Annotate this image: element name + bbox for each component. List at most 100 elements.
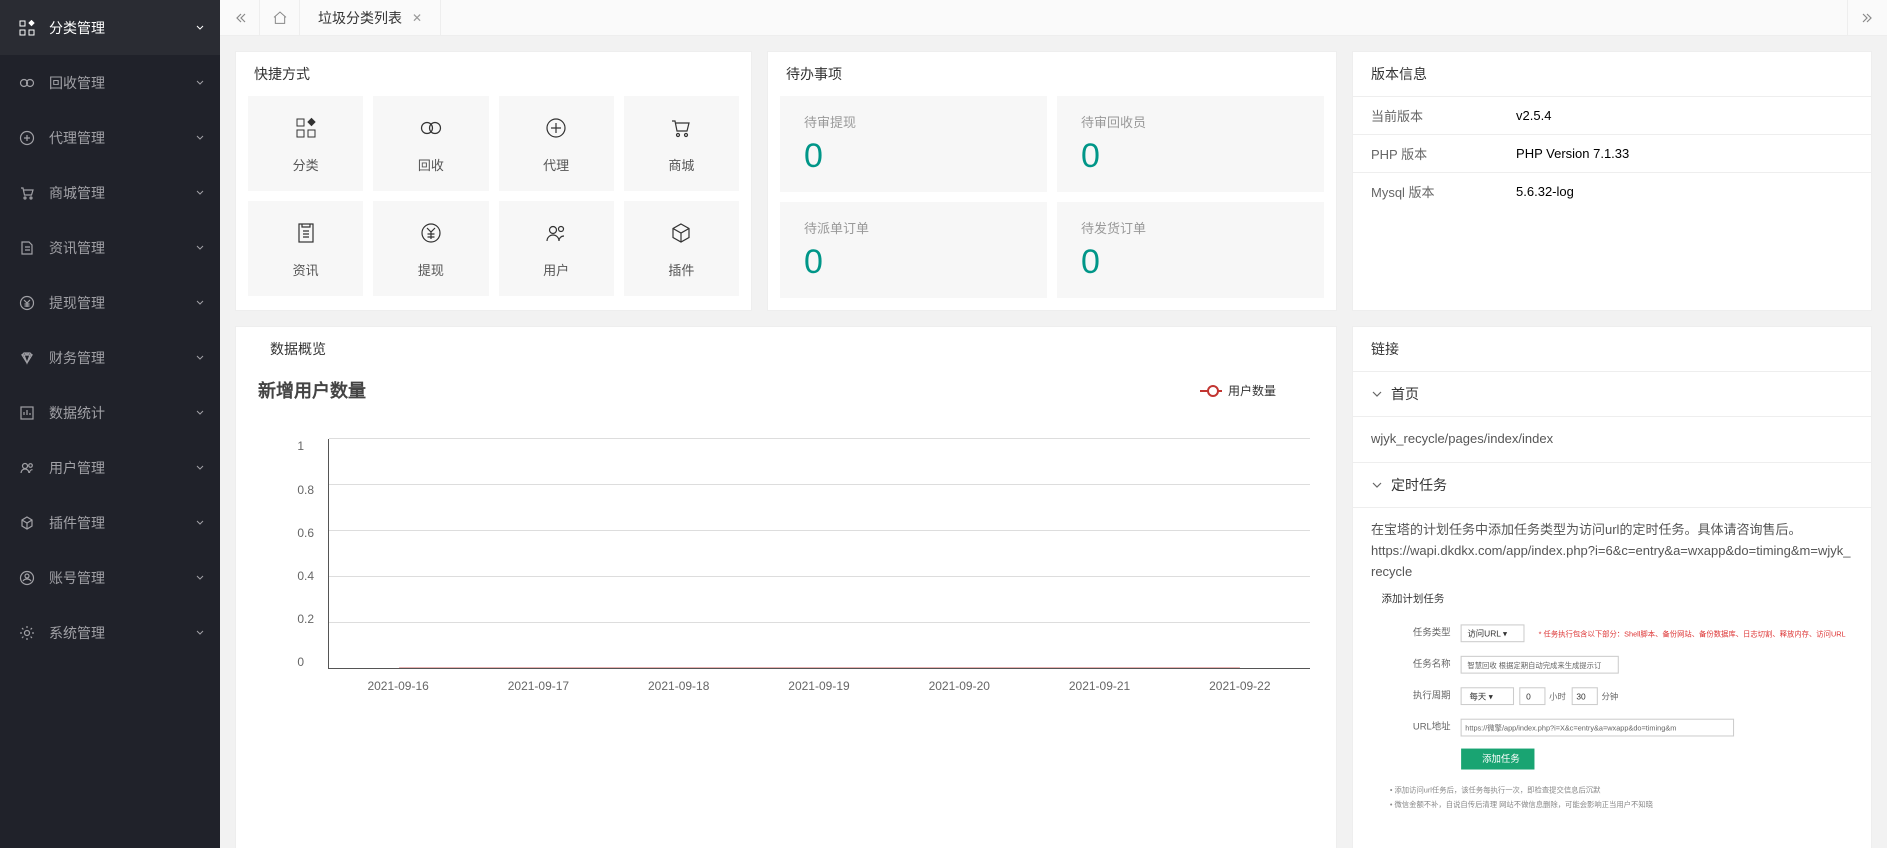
grid-icon [15, 16, 39, 40]
todo-value: 0 [1081, 243, 1300, 282]
quick-tile-label: 用户 [543, 260, 569, 279]
sidebar-item[interactable]: 系统管理 [0, 605, 220, 660]
home-tab[interactable] [260, 0, 300, 35]
users-icon [15, 456, 39, 480]
todo-label: 待发货订单 [1081, 218, 1300, 237]
svg-text:分钟: 分钟 [1602, 691, 1619, 701]
chevron-down-icon [1371, 388, 1383, 400]
page-content: 快捷方式 分类回收代理商城资讯提现用户插件 待办事项 待审提现0待审回收员0待派… [220, 36, 1887, 848]
todo-tile[interactable]: 待审回收员0 [1057, 96, 1324, 192]
sidebar-item[interactable]: 分类管理 [0, 0, 220, 55]
chevron-down-icon [195, 463, 205, 473]
sidebar-item[interactable]: 提现管理 [0, 275, 220, 330]
xtick: 2021-09-18 [609, 679, 749, 693]
main-area: 垃圾分类列表 ✕ 快捷方式 分类回收代理商城资讯提现用户插件 待办事项 待审提现… [220, 0, 1887, 848]
quick-tile[interactable]: 提现 [373, 201, 488, 296]
yen-icon [15, 291, 39, 315]
todo-tile[interactable]: 待发货订单 0 [1057, 202, 1324, 298]
sidebar-item[interactable]: 用户管理 [0, 440, 220, 495]
sidebar-item-label: 提现管理 [49, 293, 195, 313]
todo-label: 待审提现 [804, 112, 1023, 131]
accordion-cron[interactable]: 定时任务 [1353, 462, 1871, 507]
quick-tile-label: 插件 [668, 260, 694, 279]
chart-legend[interactable]: 用户数量 [1200, 382, 1276, 399]
chart-panel: 数据概览 新增用户数量 用户数量 10.80.60.40.20 2021-09-… [235, 326, 1337, 848]
svg-text:添加计划任务: 添加计划任务 [1381, 591, 1444, 604]
chevron-down-icon [195, 628, 205, 638]
sidebar-item-label: 系统管理 [49, 623, 195, 643]
quick-tile[interactable]: 代理 [499, 96, 614, 191]
sidebar-item[interactable]: 账号管理 [0, 550, 220, 605]
quick-tile-label: 资讯 [293, 260, 319, 279]
sidebar: 分类管理回收管理代理管理商城管理资讯管理提现管理财务管理数据统计用户管理插件管理… [0, 0, 220, 848]
ytick: 1 [297, 439, 324, 453]
close-tab-icon[interactable]: ✕ [412, 11, 422, 25]
quick-tile-icon [292, 114, 320, 142]
version-key: 当前版本 [1353, 97, 1498, 135]
sidebar-item[interactable]: 代理管理 [0, 110, 220, 165]
acc-cron-label: 定时任务 [1391, 475, 1447, 495]
links-panel: 链接 首页 wjyk_recycle/pages/index/index 定时任… [1352, 326, 1872, 848]
quick-tile[interactable]: 回收 [373, 96, 488, 191]
links-title: 链接 [1353, 327, 1871, 371]
file-icon [15, 236, 39, 260]
xtick: 2021-09-16 [328, 679, 468, 693]
quick-tile-icon [667, 219, 695, 247]
chevron-down-icon [195, 243, 205, 253]
plus-circle-icon [15, 126, 39, 150]
ytick: 0.8 [297, 483, 324, 497]
quick-tile[interactable]: 用户 [499, 201, 614, 296]
tab-bar: 垃圾分类列表 ✕ [220, 0, 1887, 36]
chevron-down-icon [195, 518, 205, 528]
todo-tile[interactable]: 待派单订单0 [780, 202, 1047, 298]
chevron-down-icon [195, 23, 205, 33]
quick-tile-label: 商城 [668, 155, 694, 174]
sidebar-item-label: 商城管理 [49, 183, 195, 203]
accordion-home[interactable]: 首页 [1353, 371, 1871, 416]
version-title: 版本信息 [1353, 52, 1871, 96]
svg-text:小时: 小时 [1549, 691, 1566, 701]
home-url: wjyk_recycle/pages/index/index [1371, 429, 1853, 450]
quick-tile[interactable]: 分类 [248, 96, 363, 191]
sidebar-item[interactable]: 财务管理 [0, 330, 220, 385]
sidebar-item[interactable]: 回收管理 [0, 55, 220, 110]
todo-panel: 待办事项 待审提现0待审回收员0待派单订单0待发货订单0 [767, 51, 1337, 311]
quick-tile-icon [292, 219, 320, 247]
sidebar-item[interactable]: 资讯管理 [0, 220, 220, 275]
quick-tile-label: 分类 [293, 155, 319, 174]
svg-text:* 任务执行包含以下部分：Shell脚本、备份网站、备份数据: * 任务执行包含以下部分：Shell脚本、备份网站、备份数据库、日志切割、释放内… [1539, 629, 1846, 638]
ytick: 0 [297, 655, 324, 669]
sidebar-item[interactable]: 商城管理 [0, 165, 220, 220]
chevron-down-icon [195, 133, 205, 143]
tabs-next-button[interactable] [1847, 0, 1887, 35]
svg-text:任务类型: 任务类型 [1413, 626, 1451, 637]
chevron-down-icon [195, 408, 205, 418]
version-val: 5.6.32-log [1498, 173, 1871, 211]
quick-tile-icon [542, 219, 570, 247]
svg-text:智慧回收 根据定期自动完成来生成提示订: 智慧回收 根据定期自动完成来生成提示订 [1467, 660, 1602, 669]
active-tab[interactable]: 垃圾分类列表 ✕ [300, 0, 441, 35]
quick-tile-icon [417, 114, 445, 142]
chart-title: 新增用户数量 [258, 377, 366, 403]
quick-tile[interactable]: 插件 [624, 201, 739, 296]
tabs-prev-button[interactable] [220, 0, 260, 35]
sidebar-item[interactable]: 插件管理 [0, 495, 220, 550]
sidebar-item-label: 分类管理 [49, 18, 195, 38]
version-key: PHP 版本 [1353, 135, 1498, 173]
xtick: 2021-09-21 [1029, 679, 1169, 693]
version-val: v2.5.4 [1498, 97, 1871, 135]
sidebar-item-label: 回收管理 [49, 73, 195, 93]
todo-value: 0 [1081, 137, 1300, 176]
svg-text:30: 30 [1576, 691, 1586, 701]
quick-title: 快捷方式 [236, 52, 751, 96]
todo-tile[interactable]: 待审提现 0 [780, 96, 1047, 192]
recycle-icon [15, 71, 39, 95]
table-row: PHP 版本PHP Version 7.1.33 [1353, 135, 1871, 173]
sidebar-item[interactable]: 数据统计 [0, 385, 220, 440]
quick-tile[interactable]: 商城 [624, 96, 739, 191]
quick-tile[interactable]: 资讯 [248, 201, 363, 296]
chevron-down-icon [195, 353, 205, 363]
todo-value: 0 [804, 137, 1023, 176]
cube-icon [15, 511, 39, 535]
svg-text:每天 ▾: 每天 ▾ [1469, 691, 1492, 701]
